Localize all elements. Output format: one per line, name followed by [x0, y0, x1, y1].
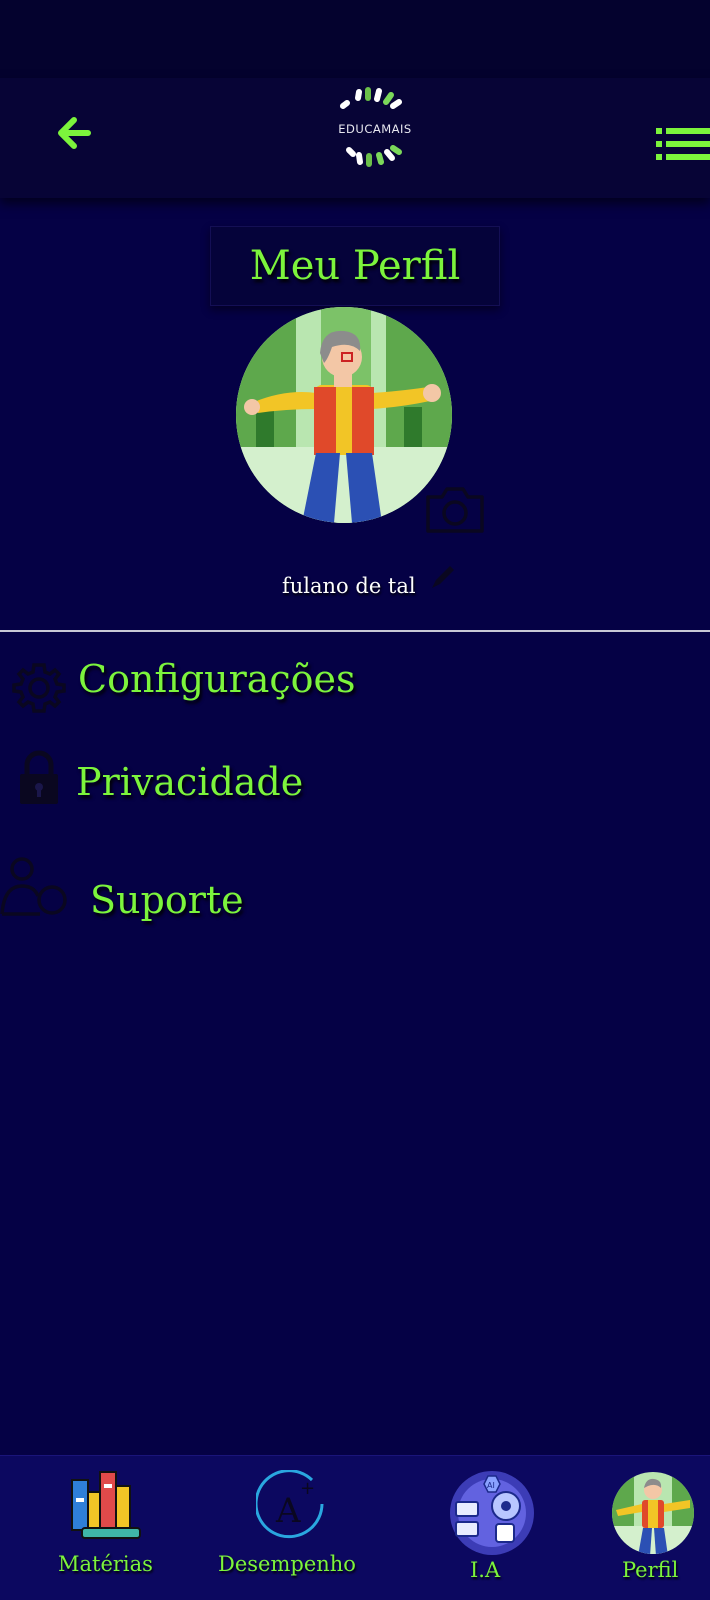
bottom-navigation: Matérias A + Desempenho AI I.A Perfil [0, 1455, 710, 1600]
menu-item-privacidade[interactable]: Privacidade [0, 744, 710, 824]
ai-robot-icon: AI [450, 1471, 534, 1555]
camera-icon [426, 487, 484, 533]
profile-avatar-icon [612, 1472, 694, 1554]
nav-item-ia[interactable]: AI I.A [430, 1456, 540, 1600]
pencil-icon [432, 566, 454, 588]
avatar-illustration-icon [236, 307, 452, 523]
divider [0, 630, 710, 632]
support-users-icon [0, 857, 67, 916]
nav-item-desempenho[interactable]: A + Desempenho [210, 1456, 370, 1600]
username: fulano de tal [282, 574, 416, 598]
status-bar [0, 0, 710, 78]
logo-text: EDUCAMAIS [338, 122, 412, 136]
nav-item-materias[interactable]: Matérias [40, 1456, 180, 1600]
menu-button[interactable] [654, 124, 710, 164]
menu-item-configuracoes[interactable]: Configurações [0, 641, 710, 721]
nav-label: Perfil [622, 1558, 679, 1582]
list-menu-icon [656, 128, 710, 160]
grade-a-plus-icon: A + [256, 1470, 324, 1539]
educamais-logo: EDUCAMAIS [320, 78, 430, 178]
page-title: Meu Perfil [249, 243, 461, 289]
gear-icon [12, 663, 66, 713]
nav-label: I.A [470, 1558, 501, 1582]
back-button[interactable] [50, 108, 100, 158]
menu-item-label: Suporte [90, 878, 244, 922]
edit-username-button[interactable] [428, 562, 458, 592]
nav-label: Matérias [58, 1552, 153, 1576]
arrow-left-icon [58, 117, 91, 149]
nav-label: Desempenho [218, 1552, 356, 1576]
nav-item-perfil[interactable]: Perfil [596, 1456, 710, 1600]
profile-avatar[interactable] [236, 307, 452, 523]
svg-text:A: A [275, 1491, 301, 1531]
lock-icon [20, 750, 58, 804]
change-photo-button[interactable] [424, 483, 486, 535]
menu-item-label: Configurações [78, 657, 356, 701]
menu-item-suporte[interactable]: Suporte [0, 856, 710, 936]
svg-text:+: + [300, 1478, 315, 1499]
profile-title-box: Meu Perfil [210, 226, 500, 306]
books-icon [71, 1471, 141, 1539]
top-app-bar: EDUCAMAIS [0, 78, 710, 198]
svg-text:AI: AI [487, 1481, 495, 1490]
menu-item-label: Privacidade [76, 760, 304, 804]
